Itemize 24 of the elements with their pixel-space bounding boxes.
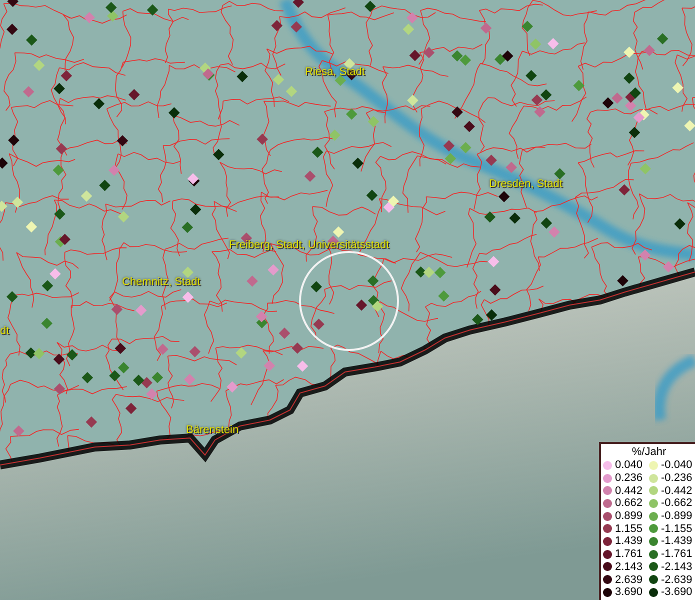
legend-value: -0.236 — [661, 472, 692, 484]
legend-value: 0.899 — [615, 510, 643, 522]
legend-value: -2.143 — [661, 560, 692, 573]
legend-value: -1.439 — [661, 535, 692, 548]
legend-value: -3.690 — [661, 586, 692, 598]
legend-value: 0.040 — [615, 459, 643, 472]
legend-value: 1.155 — [615, 522, 643, 535]
legend-value: 3.690 — [615, 586, 643, 598]
legend-value: -2.639 — [661, 574, 692, 586]
place-label: dt — [0, 325, 10, 337]
legend-value: -0.442 — [661, 484, 692, 497]
legend-value: 2.143 — [615, 560, 643, 573]
legend-value: -1.761 — [661, 548, 692, 560]
legend-value: -0.899 — [661, 510, 692, 522]
legend-value: 1.439 — [615, 535, 643, 548]
legend-value: -1.155 — [661, 522, 692, 535]
legend-value: -0.040 — [661, 459, 692, 472]
legend-value: 0.442 — [615, 484, 643, 497]
legend-value: 0.662 — [615, 497, 643, 510]
legend-title: %/Jahr — [630, 446, 668, 459]
legend-value: 2.639 — [615, 574, 643, 586]
legend-value: 1.761 — [615, 548, 643, 560]
legend-value: -0.662 — [661, 497, 692, 510]
legend-value: 0.236 — [615, 472, 643, 484]
